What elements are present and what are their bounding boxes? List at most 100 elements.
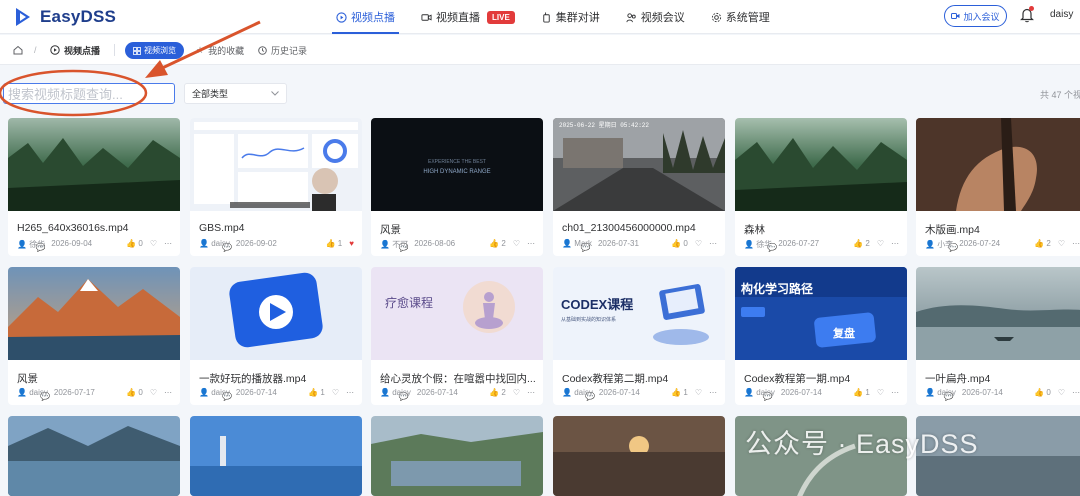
video-thumbnail[interactable] — [916, 118, 1080, 211]
share-icon[interactable]: ⋯ — [164, 388, 172, 397]
video-thumbnail[interactable] — [190, 416, 362, 496]
share-icon[interactable]: ⋯ — [891, 239, 899, 248]
favorite-icon[interactable]: ♡ — [150, 388, 157, 397]
like-button[interactable]: 👍 0 — [1034, 388, 1051, 397]
video-card[interactable]: ▶ 0 💬 0 00:10 一叶扁舟.mp4 👤 daisy 2026-07-14 … — [916, 267, 1080, 405]
favorite-icon[interactable]: ♡ — [695, 388, 702, 397]
video-thumbnail[interactable] — [8, 416, 180, 496]
video-thumbnail[interactable]: 构化学习路径 复盘 — [735, 267, 907, 360]
nav-video-live[interactable]: 视频直播 LIVE — [421, 0, 515, 34]
breadcrumb-separator: / — [34, 45, 37, 55]
share-icon[interactable]: ⋯ — [1072, 239, 1080, 248]
like-button[interactable]: 👍 0 — [126, 388, 143, 397]
video-card[interactable] — [553, 416, 725, 496]
video-card[interactable] — [190, 416, 362, 496]
share-icon[interactable]: ⋯ — [709, 388, 717, 397]
video-thumbnail[interactable]: EXPERIENCE THE BEST HIGH DYNAMIC RANGE — [371, 118, 543, 211]
favorite-icon[interactable]: ♥ — [349, 239, 354, 248]
nav-video-vod[interactable]: 视频点播 — [332, 0, 399, 34]
favorite-icon[interactable]: ♡ — [877, 239, 884, 248]
video-title[interactable]: 森林 — [744, 222, 904, 237]
share-icon[interactable]: ⋯ — [527, 239, 535, 248]
like-button[interactable]: 👍 2 — [489, 239, 506, 248]
tab-video-browse[interactable]: 视频浏览 — [125, 42, 184, 59]
video-thumbnail[interactable] — [553, 416, 725, 496]
like-button[interactable]: 👍 2 — [489, 388, 506, 397]
video-card[interactable]: ▶ 3 💬 0 00:10 H265_640x36016s.mp4 👤 徐华 202… — [8, 118, 180, 256]
share-icon[interactable]: ⋯ — [1072, 388, 1080, 397]
video-thumbnail[interactable]: CODEX课程 从基础到实战的知识体系 — [553, 267, 725, 360]
video-title[interactable]: 一叶扁舟.mp4 — [925, 371, 1080, 386]
video-title[interactable]: 风景 — [17, 371, 177, 386]
favorite-icon[interactable]: ♡ — [1058, 388, 1065, 397]
join-meeting-button[interactable]: 加入会议 — [944, 5, 1007, 27]
search-input[interactable]: 搜索视频标题查询... — [3, 83, 175, 104]
tab-my-favorites[interactable]: ☆ 我的收藏 — [196, 35, 244, 65]
favorite-icon[interactable]: ♡ — [513, 239, 520, 248]
video-title[interactable]: 木版画.mp4 — [925, 222, 1080, 237]
breadcrumb-current[interactable]: 视频点播 — [50, 35, 100, 65]
video-card[interactable]: ▶ 14 💬 0 00:10 木版画.mp4 👤 小李 2026-07-24 👍 2… — [916, 118, 1080, 256]
tab-label: 视频浏览 — [144, 46, 176, 55]
video-card[interactable]: ▶ 10 💬 0 00:42 GBS.mp4 👤 daisy 2026-09-02 … — [190, 118, 362, 256]
video-card[interactable]: ▶ 16 💬 0 00:10 森林 👤 徐华 2026-07-27 👍 2 ♡ ⋯ — [735, 118, 907, 256]
like-button[interactable]: 👍 0 — [126, 239, 143, 248]
video-card[interactable]: ▶ 10 💬 0 00:10 风景 👤 daisy 2026-07-17 👍 0 ♡ ⋯ — [8, 267, 180, 405]
video-card[interactable]: ▶ 21 💬 0 00:10 一款好玩的播放器.mp4 👤 daisy 2026-0… — [190, 267, 362, 405]
video-card[interactable]: 疗愈课程 ▶ 4 💬 0 00:10 给心灵放个假：在喧嚣中找回内... 👤 da… — [371, 267, 543, 405]
nav-label: 系统管理 — [725, 12, 770, 24]
share-icon[interactable]: ⋯ — [709, 239, 717, 248]
video-title[interactable]: 给心灵放个假：在喧嚣中找回内... — [380, 371, 540, 386]
favorite-icon[interactable]: ♡ — [877, 388, 884, 397]
home-icon[interactable] — [13, 35, 23, 65]
video-title[interactable]: Codex教程第一期.mp4 — [744, 371, 904, 386]
video-date: 2026-07-14 — [235, 388, 277, 397]
type-select[interactable]: 全部类型 — [184, 83, 287, 104]
like-button[interactable]: 👍 0 — [671, 239, 688, 248]
video-thumbnail[interactable] — [8, 267, 180, 360]
app-logo[interactable]: EasyDSS — [12, 6, 116, 28]
like-button[interactable]: 👍 2 — [853, 239, 870, 248]
nav-cluster-talk[interactable]: 集群对讲 — [541, 0, 600, 34]
video-thumbnail[interactable] — [190, 118, 362, 211]
video-thumbnail[interactable] — [190, 267, 362, 360]
share-icon[interactable]: ⋯ — [891, 388, 899, 397]
video-title[interactable]: Codex教程第二期.mp4 — [562, 371, 722, 386]
video-thumbnail[interactable] — [8, 118, 180, 211]
user-name[interactable]: daisy — [1050, 9, 1073, 20]
like-button[interactable]: 👍 1 — [326, 239, 343, 248]
video-card[interactable]: 构化学习路径 复盘 ▶ 2 💬 0 00:10 Codex教程第一期.mp4 👤 … — [735, 267, 907, 405]
video-thumbnail[interactable] — [735, 118, 907, 211]
video-card[interactable]: 2025-06-22 星期日 05:42:22 ▶ 2 💬 0 00:16 ch0… — [553, 118, 725, 256]
favorite-icon[interactable]: ♡ — [150, 239, 157, 248]
like-button[interactable]: 👍 1 — [308, 388, 325, 397]
share-icon[interactable]: ⋯ — [164, 239, 172, 248]
video-title[interactable]: ch01_21300456000000.mp4 — [562, 222, 722, 234]
video-thumbnail[interactable] — [371, 416, 543, 496]
video-thumbnail[interactable] — [916, 267, 1080, 360]
video-card[interactable]: EXPERIENCE THE BEST HIGH DYNAMIC RANGE ▶… — [371, 118, 543, 256]
like-button[interactable]: 👍 1 — [671, 388, 688, 397]
video-title[interactable]: H265_640x36016s.mp4 — [17, 222, 177, 234]
nav-system-admin[interactable]: 系统管理 — [711, 0, 770, 34]
like-button[interactable]: 👍 1 — [853, 388, 870, 397]
star-icon: ☆ — [196, 44, 205, 55]
share-icon[interactable]: ⋯ — [346, 388, 354, 397]
like-button[interactable]: 👍 2 — [1034, 239, 1051, 248]
favorite-icon[interactable]: ♡ — [1058, 239, 1065, 248]
tab-history[interactable]: 历史记录 — [258, 35, 307, 65]
thumb-text: EXPERIENCE THE BEST — [428, 159, 486, 165]
video-title[interactable]: 一款好玩的播放器.mp4 — [199, 371, 359, 386]
share-icon[interactable]: ⋯ — [527, 388, 535, 397]
favorite-icon[interactable]: ♡ — [695, 239, 702, 248]
favorite-icon[interactable]: ♡ — [332, 388, 339, 397]
video-card[interactable] — [8, 416, 180, 496]
favorite-icon[interactable]: ♡ — [513, 388, 520, 397]
video-title[interactable]: GBS.mp4 — [199, 222, 359, 234]
video-title[interactable]: 风景 — [380, 222, 540, 237]
nav-video-meeting[interactable]: 视频会议 — [626, 0, 685, 34]
video-card[interactable]: CODEX课程 从基础到实战的知识体系 ▶ 18 💬 1 00:10 Codex教… — [553, 267, 725, 405]
video-card[interactable] — [371, 416, 543, 496]
video-thumbnail[interactable]: 疗愈课程 — [371, 267, 543, 360]
video-thumbnail[interactable]: 2025-06-22 星期日 05:42:22 — [553, 118, 725, 211]
